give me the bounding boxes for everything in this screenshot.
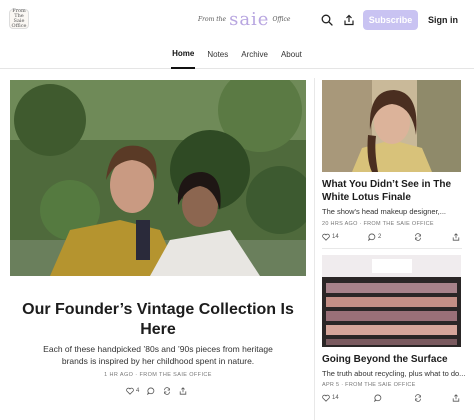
like-count: 4 <box>136 388 140 394</box>
share-button[interactable] <box>340 11 358 29</box>
restack-icon <box>415 394 421 402</box>
post-meta-beyond-surface: APR 5 · FROM THE SAIE OFFICE <box>322 382 416 388</box>
search-icon <box>321 14 333 26</box>
tab-notes[interactable]: Notes <box>206 40 229 69</box>
share-post-button[interactable] <box>452 394 460 402</box>
card-divider <box>322 248 462 249</box>
restack-icon <box>164 387 171 395</box>
column-divider <box>314 78 315 420</box>
wordmark-small-left: From the <box>198 16 227 23</box>
share-icon <box>452 233 460 241</box>
wordmark-big: saie <box>229 9 270 30</box>
restack-button[interactable] <box>163 387 171 395</box>
comment-icon <box>368 233 376 241</box>
share-icon <box>344 14 354 26</box>
featured-post-meta: 1 HR AGO · FROM THE SAIE OFFICE <box>104 372 212 378</box>
featured-post-title[interactable]: Our Founder’s Vintage Collection Is Here <box>10 300 306 340</box>
post-subtitle-beyond-surface: The truth about recycling, plus what to … <box>322 369 466 378</box>
like-button[interactable]: 4 <box>126 387 139 395</box>
publication-logo-text: From The Saie Office <box>11 8 27 29</box>
share-icon <box>452 394 460 402</box>
like-button[interactable]: 14 <box>322 394 339 402</box>
publication-logo[interactable]: From The Saie Office <box>9 9 29 29</box>
share-post-button[interactable] <box>452 233 460 241</box>
comment-icon <box>374 394 382 402</box>
restack-button[interactable] <box>414 233 422 241</box>
comment-button[interactable] <box>147 387 155 395</box>
restack-button[interactable] <box>414 394 422 402</box>
post-meta-white-lotus: 20 HRS AGO · FROM THE SAIE OFFICE <box>322 221 434 227</box>
featured-post-image[interactable] <box>10 80 306 276</box>
share-icon <box>180 387 187 395</box>
post-image-beyond-surface[interactable] <box>322 255 461 347</box>
like-count: 14 <box>332 234 339 240</box>
comment-count: 2 <box>378 234 382 240</box>
post-title-white-lotus[interactable]: What You Didn’t See in The White Lotus F… <box>322 178 468 204</box>
wordmark-small-right: Office <box>272 16 291 23</box>
heart-icon <box>126 387 134 395</box>
like-count: 14 <box>332 395 339 401</box>
comment-button[interactable]: 2 <box>368 233 381 241</box>
top-bar: From The Saie Office From the saie Offic… <box>0 0 474 40</box>
post-subtitle-white-lotus: The show's head makeup designer,... <box>322 207 447 216</box>
tab-about[interactable]: About <box>280 40 303 69</box>
share-post-button[interactable] <box>179 387 187 395</box>
featured-post-actions: 4 <box>126 386 187 396</box>
comment-button[interactable] <box>374 394 382 402</box>
search-button[interactable] <box>318 11 336 29</box>
post-image-white-lotus[interactable] <box>322 80 461 172</box>
heart-icon <box>322 233 330 241</box>
post-actions-white-lotus: 14 2 <box>322 233 462 242</box>
tab-home[interactable]: Home <box>171 40 196 69</box>
comment-icon <box>147 387 155 395</box>
sign-in-link[interactable]: Sign in <box>428 10 458 30</box>
post-title-beyond-surface[interactable]: Going Beyond the Surface <box>322 353 468 366</box>
subscribe-button[interactable]: Subscribe <box>363 10 418 30</box>
heart-icon <box>322 394 330 402</box>
post-actions-beyond-surface: 14 <box>322 394 462 403</box>
restack-icon <box>415 233 421 241</box>
like-button[interactable]: 14 <box>322 233 339 241</box>
nav-tabs: Home Notes Archive About <box>0 40 474 69</box>
featured-post-subtitle: Each of these handpicked ’80s and ’90s p… <box>43 344 273 366</box>
publication-wordmark[interactable]: From the saie Office <box>198 9 290 31</box>
tab-archive[interactable]: Archive <box>240 40 269 69</box>
